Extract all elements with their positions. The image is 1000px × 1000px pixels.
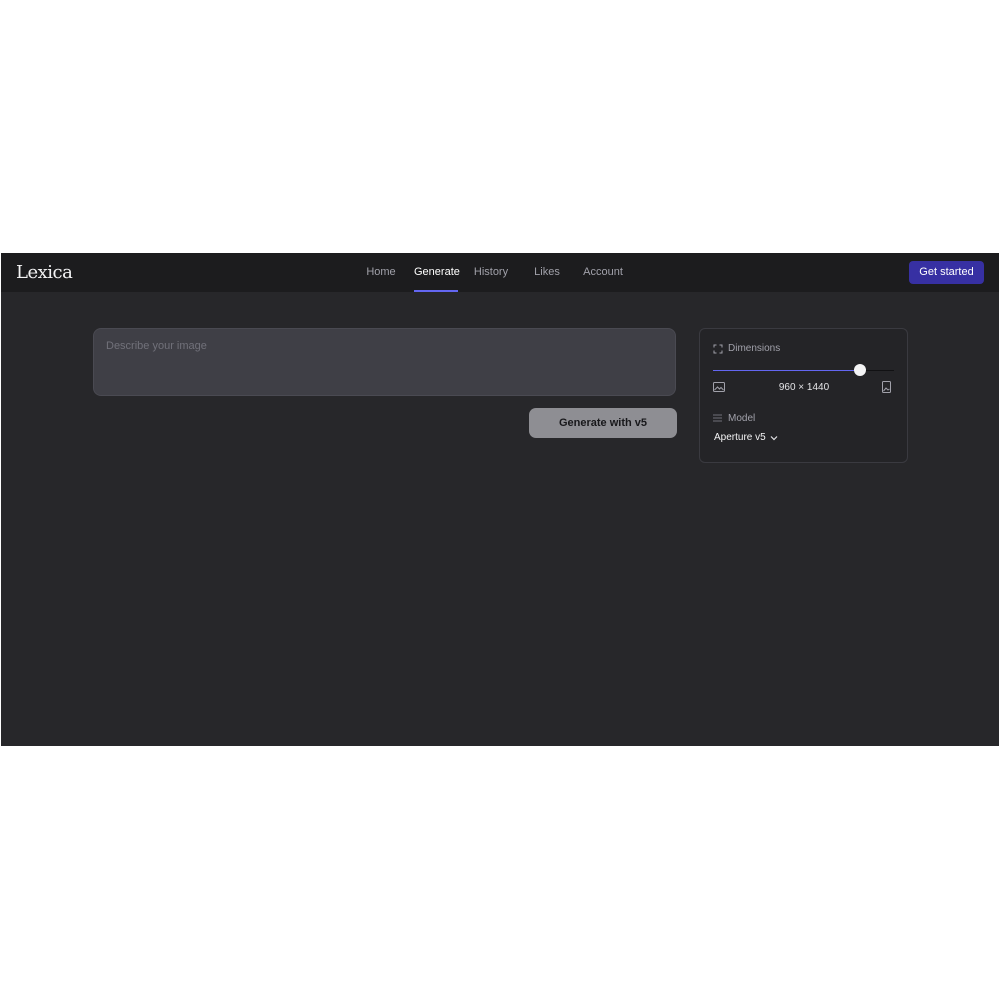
nav-tab-account[interactable]: Account [582,253,624,292]
dimensions-slider[interactable] [713,363,894,377]
logo[interactable]: Lexica [16,262,73,283]
nav-tab-label: Likes [534,266,560,278]
prompt-box [93,328,676,396]
app-window: Lexica Home Generate History Likes Accou… [1,253,999,746]
active-tab-indicator [414,290,458,292]
top-navbar: Lexica Home Generate History Likes Accou… [1,253,999,292]
model-label: Model [728,413,756,424]
portrait-image-icon[interactable] [882,381,891,393]
nav-tab-label: Generate [414,266,460,278]
list-icon [713,414,722,422]
settings-panel: Dimensions 960 × 1440 Model Aperture v5 [699,328,908,463]
chevron-down-icon [770,435,778,440]
slider-fill [713,370,860,371]
model-select[interactable]: Aperture v5 [714,432,778,443]
nav-tab-history[interactable]: History [473,253,509,292]
nav-tab-label: Account [583,266,623,278]
nav-tab-likes[interactable]: Likes [531,253,563,292]
expand-icon [713,344,723,354]
nav-tab-generate[interactable]: Generate [414,253,460,292]
get-started-button[interactable]: Get started [909,261,984,284]
dimensions-label: Dimensions [728,343,781,354]
nav-tab-label: Home [366,266,396,278]
prompt-input[interactable] [94,329,675,395]
nav-tab-label: History [473,266,509,278]
nav-tab-home[interactable]: Home [363,253,399,292]
slider-thumb[interactable] [853,364,866,376]
generate-button[interactable]: Generate with v5 [529,408,677,438]
dimensions-value: 960 × 1440 [778,382,830,393]
landscape-image-icon[interactable] [713,382,725,392]
model-selected-value: Aperture v5 [714,432,766,443]
